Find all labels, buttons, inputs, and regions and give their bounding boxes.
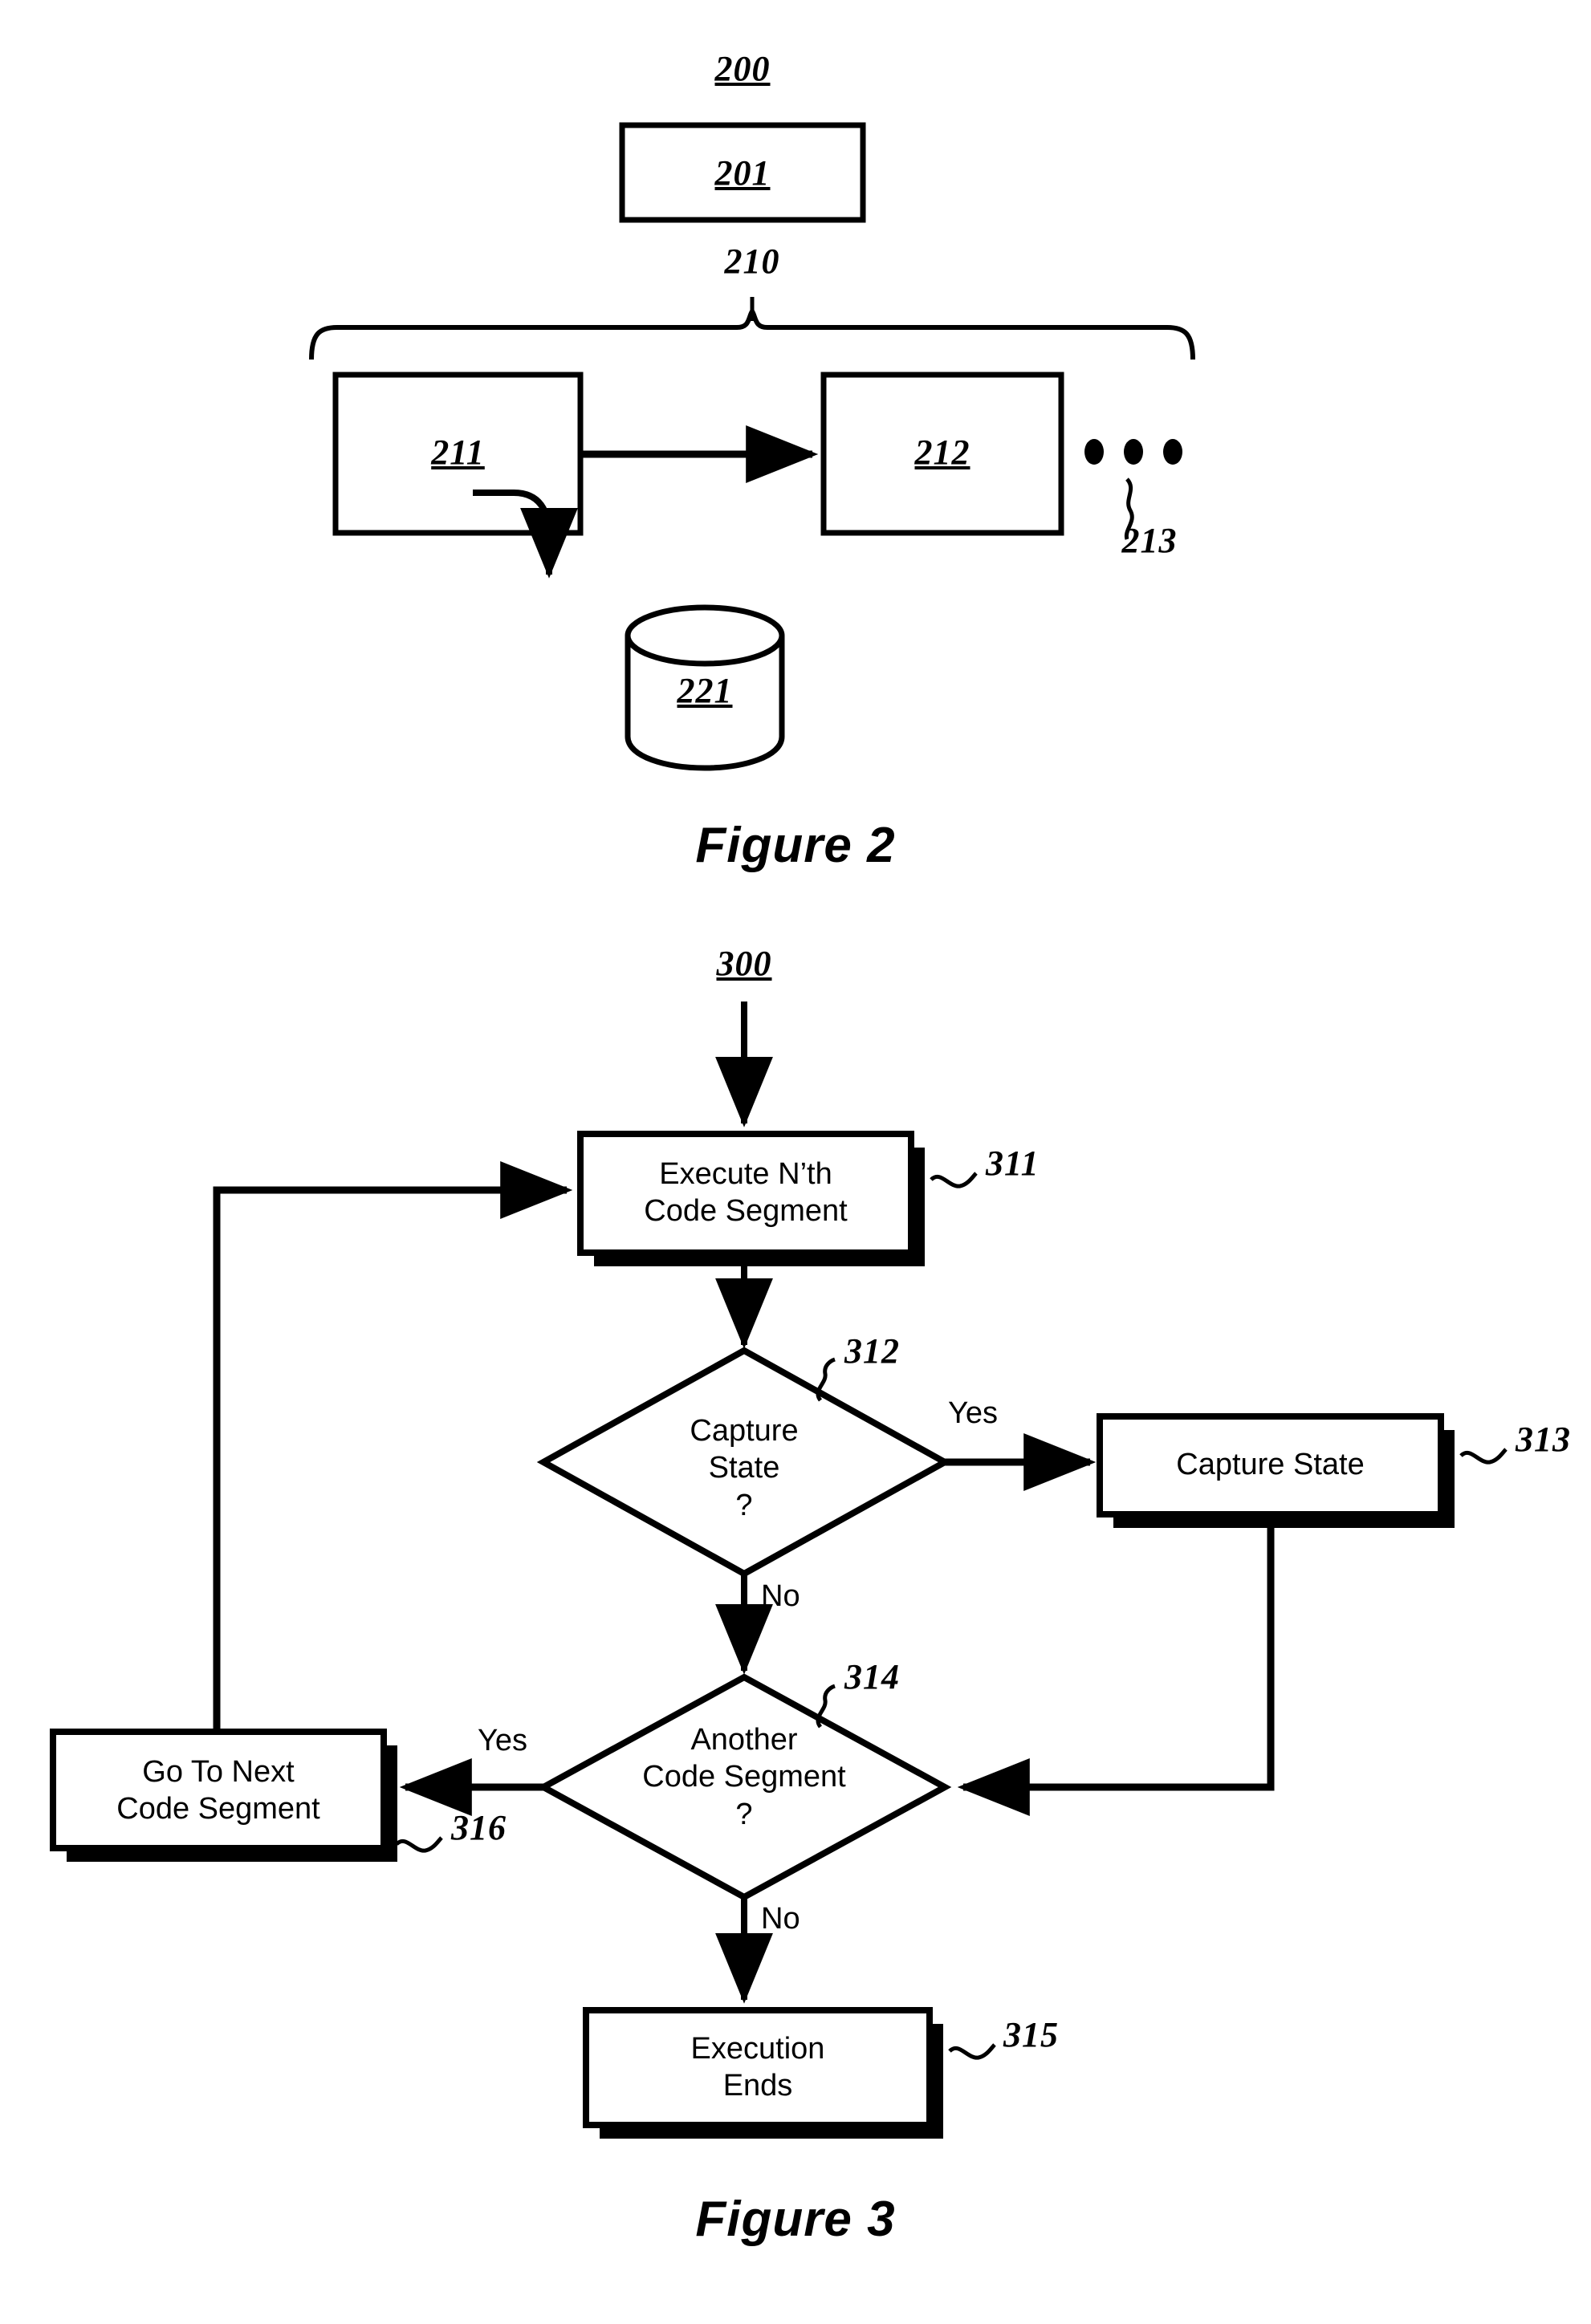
node-315-line2: Ends (722, 2069, 793, 2103)
ellipsis-ref-213: 213 (1121, 521, 1178, 560)
node-314-line3: ? (735, 1797, 753, 1831)
node-312-label: Capture State ? (624, 1412, 865, 1524)
leader-313 (1459, 1448, 1508, 1465)
patent-drawing-page: 200 201 210 211 212 213 221 Figure 2 300… (0, 0, 1591, 2324)
node-311-line1: Execute N’th (659, 1157, 832, 1191)
node-316-line1: Go To Next (142, 1755, 295, 1789)
flow-ref-300: 300 (716, 944, 772, 983)
node-315-label: Execution Ends (586, 2030, 930, 2105)
figure-3-caption: Figure 3 (695, 2192, 896, 2247)
edge-label-no-312-314: No (761, 1579, 800, 1613)
box-211-label: 211 (431, 433, 485, 472)
box-212-label: 212 (914, 433, 970, 472)
system-ref-200: 200 (714, 49, 771, 88)
datastore-221-label: 221 (677, 671, 733, 710)
leader-316 (395, 1836, 443, 1853)
node-311-label: Execute N’th Code Segment (580, 1156, 911, 1230)
box-201-label: 201 (714, 153, 771, 193)
edge-label-yes-314-316: Yes (478, 1724, 527, 1757)
ellipsis-dot-2 (1124, 439, 1143, 465)
edge-label-no-314-315: No (761, 1902, 800, 1936)
ref-312: 312 (844, 1331, 900, 1371)
ref-316: 316 (451, 1808, 507, 1847)
node-312-line1: Capture (690, 1414, 799, 1448)
ellipsis-dot-1 (1084, 439, 1104, 465)
node-311-line2: Code Segment (644, 1194, 848, 1229)
node-314-label: Another Code Segment ? (584, 1721, 905, 1833)
ref-311: 311 (986, 1144, 1040, 1183)
arrow-313-to-314 (957, 1528, 1275, 1816)
node-314-line2: Code Segment (642, 1760, 846, 1794)
node-312-line2: State (708, 1451, 780, 1485)
node-316-label: Go To Next Code Segment (53, 1753, 384, 1828)
leader-311 (930, 1172, 978, 1188)
node-313-label: Capture State (1100, 1446, 1441, 1483)
ref-313: 313 (1516, 1420, 1571, 1459)
edge-label-yes-312-313: Yes (948, 1396, 998, 1430)
figure-2-caption: Figure 2 (695, 818, 896, 873)
node-316-line2: Code Segment (116, 1792, 320, 1826)
node-315-line1: Execution (690, 2032, 825, 2066)
node-314-line1: Another (690, 1723, 798, 1757)
ref-314: 314 (844, 1657, 900, 1696)
ref-315: 315 (1003, 2015, 1059, 2054)
arrow-316-feedback-to-311 (213, 1161, 573, 1732)
node-312-line3: ? (735, 1488, 753, 1522)
ellipsis-dot-3 (1163, 439, 1182, 465)
brace-ref-210: 210 (724, 242, 780, 281)
node-313-line1: Capture State (1176, 1448, 1365, 1481)
leader-315 (948, 2043, 996, 2060)
